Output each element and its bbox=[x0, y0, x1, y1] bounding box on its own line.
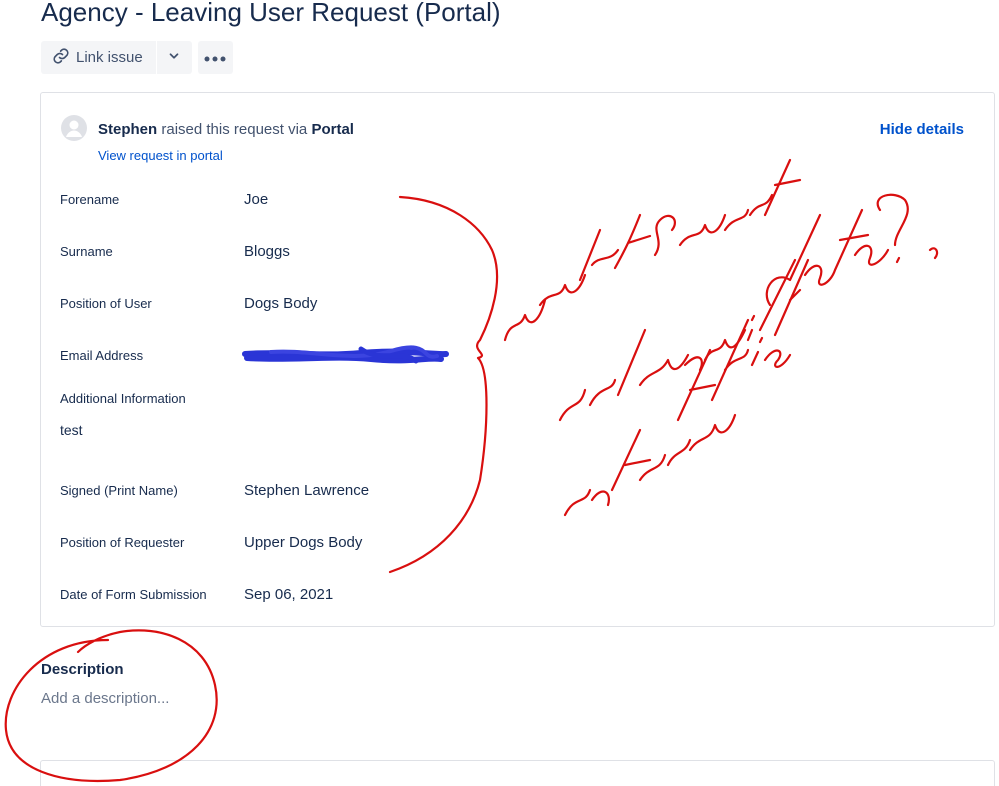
redacted-email-value bbox=[241, 345, 451, 367]
field-value-surname: Bloggs bbox=[244, 243, 290, 260]
link-issue-button-group: Link issue bbox=[41, 41, 192, 74]
field-label-date-of-form-submission: Date of Form Submission bbox=[60, 587, 207, 602]
request-details-card: Stephen raised this request via Portal V… bbox=[40, 92, 995, 627]
field-value-signed-print-name: Stephen Lawrence bbox=[244, 482, 370, 499]
field-label-forename: Forename bbox=[60, 192, 120, 207]
field-label-additional-information: Additional Information bbox=[60, 391, 186, 406]
field-label-position-of-user: Position of User bbox=[60, 296, 152, 311]
more-icon bbox=[204, 49, 226, 66]
next-section-card bbox=[40, 760, 995, 786]
issue-toolbar: Link issue bbox=[41, 41, 233, 74]
raised-text: raised this request via bbox=[161, 121, 308, 138]
chevron-down-icon bbox=[167, 49, 181, 67]
view-request-in-portal-link[interactable]: View request in portal bbox=[98, 148, 223, 163]
description-label: Description bbox=[41, 661, 124, 678]
reporter-name[interactable]: Stephen bbox=[98, 121, 157, 138]
user-avatar-icon bbox=[61, 115, 87, 141]
field-label-email-address: Email Address bbox=[60, 348, 144, 363]
request-channel: Portal bbox=[311, 121, 354, 138]
field-label-position-of-requester: Position of Requester bbox=[60, 535, 185, 550]
hide-details-button[interactable]: Hide details bbox=[880, 121, 964, 138]
field-label-surname: Surname bbox=[60, 244, 113, 259]
page-title: Agency - Leaving User Request (Portal) bbox=[41, 0, 501, 27]
field-value-date-of-form-submission: Sep 06, 2021 bbox=[244, 586, 334, 603]
link-issue-label: Link issue bbox=[76, 49, 143, 66]
field-label-signed-print-name: Signed (Print Name) bbox=[60, 483, 178, 498]
description-input[interactable]: Add a description... bbox=[41, 690, 169, 707]
field-value-position-of-user: Dogs Body bbox=[244, 295, 318, 312]
link-icon bbox=[52, 47, 70, 69]
link-issue-dropdown-button[interactable] bbox=[156, 41, 192, 74]
field-value-additional-information: test bbox=[60, 422, 83, 438]
field-value-forename: Joe bbox=[244, 191, 269, 208]
raised-by-line: Stephen raised this request via Portal bbox=[98, 121, 354, 138]
field-value-position-of-requester: Upper Dogs Body bbox=[244, 534, 363, 551]
more-actions-button[interactable] bbox=[197, 41, 233, 74]
link-issue-button[interactable]: Link issue bbox=[41, 41, 157, 74]
